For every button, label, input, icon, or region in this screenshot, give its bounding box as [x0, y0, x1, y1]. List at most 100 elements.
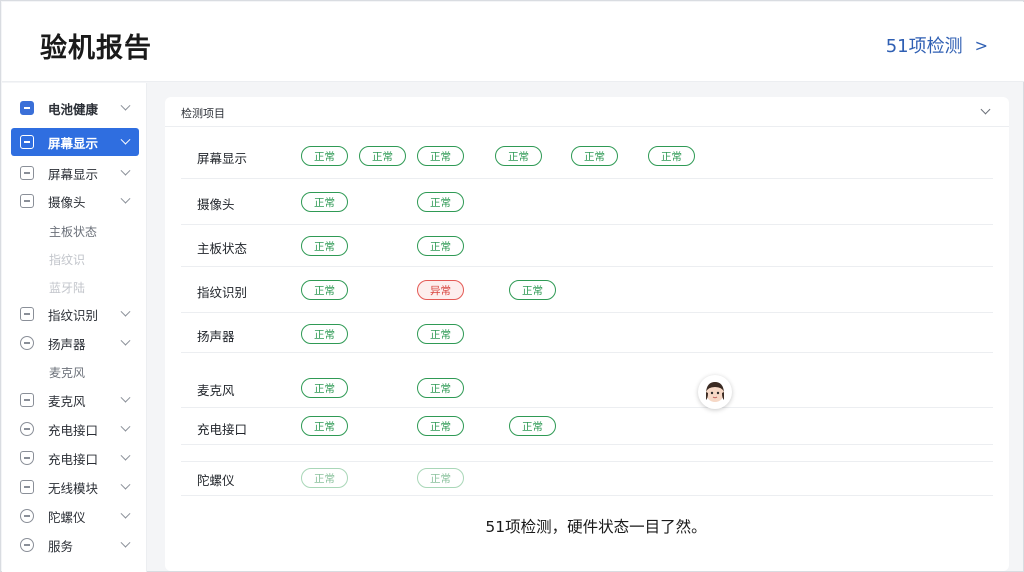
panel-header[interactable]: 检测项目 — [165, 97, 1009, 127]
page-header: 验机报告 51项检测 > — [2, 2, 1024, 82]
wireless-icon — [20, 480, 34, 494]
chevron-down-icon — [980, 104, 991, 115]
row-label: 陀螺仪 — [197, 473, 235, 488]
shield-icon — [20, 451, 34, 465]
page-title: 验机报告 — [40, 33, 152, 64]
sidebar-item-battery[interactable]: 电池健康 — [11, 94, 139, 122]
sidebar-item-label: 扬声器 — [48, 336, 86, 352]
chevron-down-icon — [120, 193, 131, 204]
sidebar-item-label: 电池健康 — [48, 101, 99, 117]
camera-icon — [20, 194, 34, 208]
chevron-down-icon — [120, 421, 131, 432]
row-divider — [181, 352, 993, 353]
screen-icon — [20, 166, 34, 180]
chevron-down-icon — [120, 479, 131, 490]
status-badge: 正常 — [509, 280, 556, 300]
sidebar: 电池健康 屏幕显示 屏幕显示 摄像头 主板状态 指纹识 蓝牙陆 指纹识别 扬声器… — [2, 83, 147, 572]
status-badge: 正常 — [571, 146, 618, 166]
chevron-down-icon — [120, 165, 131, 176]
status-badge: 正常 — [301, 416, 348, 436]
sidebar-subitem-microphone[interactable]: 麦克风 — [49, 364, 85, 381]
sidebar-item-label: 屏幕显示 — [48, 166, 99, 182]
battery-icon — [20, 101, 34, 115]
sidebar-item-wireless[interactable]: 无线模块 — [11, 473, 139, 501]
sidebar-subitem-mainboard[interactable]: 主板状态 — [49, 223, 97, 240]
sidebar-item-fingerprint[interactable]: 指纹识别 — [11, 300, 139, 328]
sidebar-item-label: 麦克风 — [48, 393, 86, 409]
sidebar-item-microphone[interactable]: 麦克风 — [11, 386, 139, 414]
speaker-icon — [20, 336, 34, 350]
summary-caption: 51项检测，硬件状态一目了然。 — [485, 518, 707, 536]
chevron-down-icon — [120, 335, 131, 346]
row-label: 指纹识别 — [197, 285, 248, 300]
chevron-down-icon — [120, 306, 131, 317]
status-badge: 正常 — [301, 280, 348, 300]
chevron-right-icon: > — [974, 35, 988, 55]
status-badge: 正常 — [301, 324, 348, 344]
inspection-count-label: 51项检测 — [885, 36, 963, 57]
status-badge: 正常 — [509, 416, 556, 436]
charge-icon — [20, 422, 34, 436]
status-badge: 正常 — [495, 146, 542, 166]
row-divider — [181, 461, 993, 462]
row-divider — [181, 407, 993, 408]
status-badge: 正常 — [417, 192, 464, 212]
sidebar-item-speaker[interactable]: 扬声器 — [11, 329, 139, 357]
row-divider — [181, 312, 993, 313]
status-badge: 正常 — [301, 468, 348, 488]
row-label: 摄像头 — [197, 197, 235, 212]
sidebar-subitem-faded[interactable]: 蓝牙陆 — [49, 279, 85, 296]
sidebar-item-label: 服务 — [48, 538, 74, 554]
row-label: 扬声器 — [197, 329, 235, 344]
sidebar-item-label: 充电接口 — [48, 422, 99, 438]
sidebar-item-camera[interactable]: 摄像头 — [11, 187, 139, 215]
status-badge: 正常 — [359, 146, 406, 166]
status-badge: 正常 — [417, 416, 464, 436]
chevron-down-icon — [120, 392, 131, 403]
avatar-face-icon — [706, 382, 724, 402]
row-label: 主板状态 — [197, 241, 248, 256]
chevron-down-icon — [120, 134, 131, 145]
sidebar-item-charging-2[interactable]: 充电接口 — [11, 444, 139, 472]
sidebar-item-screen-active[interactable]: 屏幕显示 — [11, 128, 139, 156]
mic-icon — [20, 393, 34, 407]
row-divider — [181, 444, 993, 445]
status-badge: 正常 — [648, 146, 695, 166]
row-divider — [181, 495, 993, 496]
status-badge: 正常 — [301, 192, 348, 212]
assistant-avatar[interactable] — [698, 375, 732, 409]
status-badge: 正常 — [301, 146, 348, 166]
panel-title: 检测项目 — [181, 107, 225, 120]
sidebar-item-label: 充电接口 — [48, 451, 99, 467]
app-frame: 验机报告 51项检测 > 电池健康 屏幕显示 屏幕显示 摄像头 主板状态 指纹识 — [0, 0, 1024, 572]
row-label: 屏幕显示 — [197, 151, 248, 166]
sidebar-item-label: 指纹识别 — [48, 307, 99, 323]
service-icon — [20, 538, 34, 552]
chevron-down-icon — [120, 537, 131, 548]
status-badge: 正常 — [301, 236, 348, 256]
sidebar-item-label: 屏幕显示 — [48, 135, 99, 151]
chevron-down-icon — [120, 100, 131, 111]
status-badge: 正常 — [417, 378, 464, 398]
sidebar-item-label: 摄像头 — [48, 194, 86, 210]
sidebar-item-label: 无线模块 — [48, 480, 99, 496]
status-badge: 正常 — [417, 146, 464, 166]
row-label: 充电接口 — [197, 422, 248, 437]
sidebar-item-screen[interactable]: 屏幕显示 — [11, 159, 139, 187]
row-divider — [181, 266, 993, 267]
status-badge: 正常 — [417, 236, 464, 256]
sidebar-item-charging[interactable]: 充电接口 — [11, 415, 139, 443]
status-badge: 正常 — [417, 468, 464, 488]
chevron-down-icon — [120, 450, 131, 461]
status-badge-error: 异常 — [417, 280, 464, 300]
sidebar-subitem-faded[interactable]: 指纹识 — [49, 251, 85, 268]
row-label: 麦克风 — [197, 383, 235, 398]
row-divider — [181, 178, 993, 179]
row-divider — [181, 224, 993, 225]
fingerprint-icon — [20, 307, 34, 321]
inspection-panel: 检测项目 屏幕显示 正常 正常 正常 正常 正常 正常 摄像头 正常 正常 主板… — [165, 97, 1009, 571]
status-badge: 正常 — [417, 324, 464, 344]
status-badge: 正常 — [301, 378, 348, 398]
screen-icon — [20, 135, 34, 149]
inspection-count-link[interactable]: 51项检测 > — [886, 32, 988, 58]
